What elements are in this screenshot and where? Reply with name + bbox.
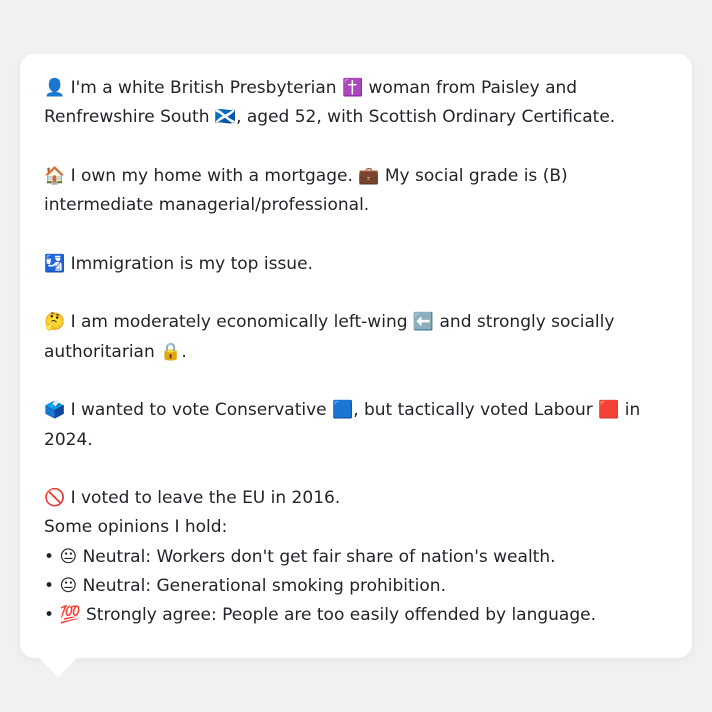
emoji-icon: 🏴󠁧󠁢󠁳󠁣󠁴󠁿 [214,107,237,128]
persona-paragraphs: 👤 I'm a white British Presbyterian ✝️ wo… [44,74,668,513]
opinions-list: • 😐 Neutral: Workers don't get fair shar… [44,543,668,631]
bullet-icon: • [44,576,55,597]
opinions-section: Some opinions I hold: • 😐 Neutral: Worke… [44,513,668,630]
bubble-tail [38,657,78,677]
paragraph-text: I'm a white British Presbyterian [65,78,342,98]
emoji-icon: ✝️ [341,78,364,98]
emoji-icon: 💼 [358,165,380,186]
opinion-text: Strongly agree: People are too easily of… [80,605,597,626]
emoji-icon: 🤔 [44,312,66,333]
paragraph-text: . [181,341,187,362]
emoji-icon: 🚫 [44,488,66,509]
paragraph-text: I voted to leave the EU in 2016. [65,488,341,509]
emoji-icon: 🛂 [44,253,66,274]
bullet-icon: • [44,605,55,626]
emoji-icon: 😐 [59,546,78,567]
emoji-icon: 🗳️ [44,400,66,421]
paragraph-text: I am moderately economically left-wing [65,312,413,333]
paragraph-text: I own my home with a mortgage. [65,165,359,186]
emoji-icon: 🏠 [44,165,66,186]
emoji-icon: 💯 [59,605,81,626]
opinion-item: • 😐 Neutral: Generational smoking prohib… [44,572,668,601]
paragraph-vote: 🗳️ I wanted to vote Conservative 🟦, but … [44,396,668,455]
paragraph-text: Immigration is my top issue. [65,253,313,274]
paragraph-text: , but tactically voted Labour [353,400,599,421]
opinion-text: Neutral: Generational smoking prohibitio… [77,576,446,597]
paragraph-issue: 🛂 Immigration is my top issue. [44,250,668,279]
emoji-icon: 🟥 [598,400,620,421]
paragraph-brexit: 🚫 I voted to leave the EU in 2016. [44,484,668,513]
emoji-icon: 🔒 [160,341,182,362]
opinion-item: • 😐 Neutral: Workers don't get fair shar… [44,543,668,572]
paragraph-text: , aged 52, with Scottish Ordinary Certif… [236,107,616,128]
opinion-text: Neutral: Workers don't get fair share of… [77,546,556,567]
emoji-icon: 😐 [59,576,78,597]
paragraph-home: 🏠 I own my home with a mortgage. 💼 My so… [44,162,668,221]
opinions-heading: Some opinions I hold: [44,517,228,538]
emoji-icon: 👤 [44,78,66,98]
opinion-item: • 💯 Strongly agree: People are too easil… [44,601,668,630]
persona-message-bubble: 👤 I'm a white British Presbyterian ✝️ wo… [20,54,692,658]
emoji-icon: 🟦 [332,400,354,421]
paragraph-politics: 🤔 I am moderately economically left-wing… [44,308,668,367]
emoji-icon: ⬅️ [412,312,435,333]
paragraph-identity: 👤 I'm a white British Presbyterian ✝️ wo… [44,74,668,133]
paragraph-text: I wanted to vote Conservative [65,400,333,421]
bullet-icon: • [44,546,55,567]
